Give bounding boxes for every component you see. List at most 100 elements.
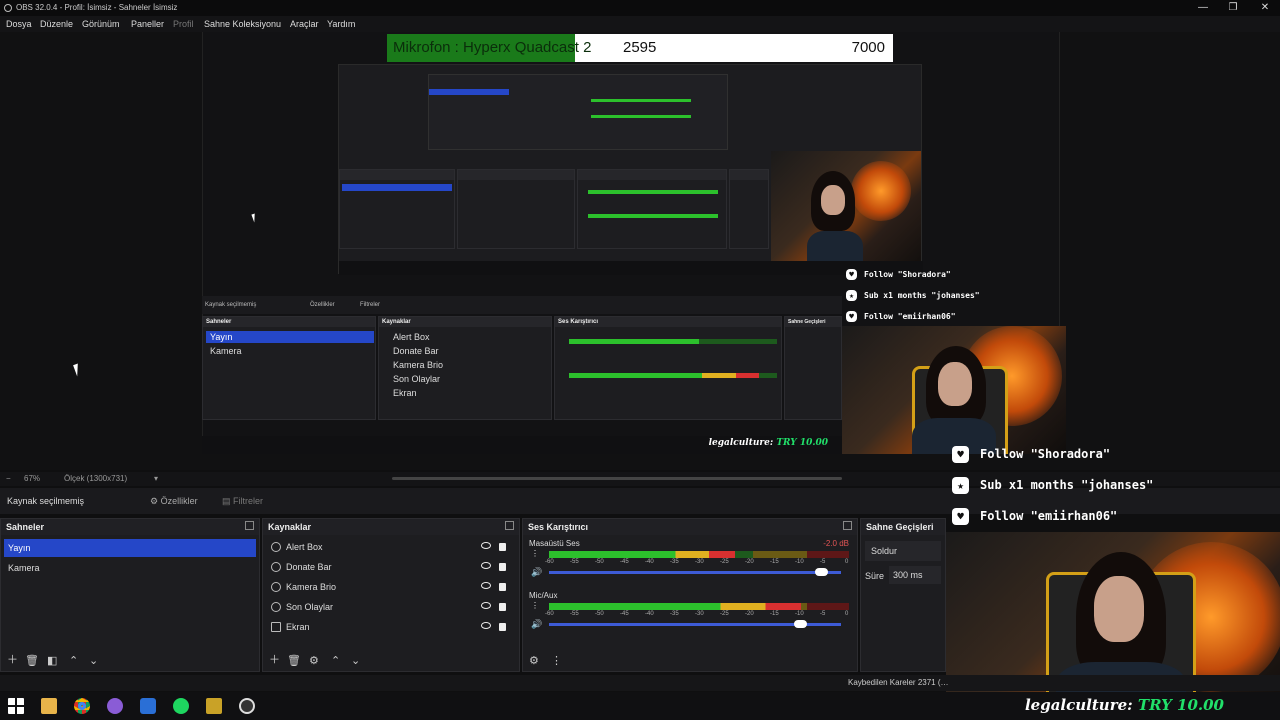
source-label: Kamera Brio xyxy=(286,582,337,592)
filters-label: Filtreler xyxy=(233,496,264,506)
source-item[interactable]: Kamera Brio xyxy=(271,577,511,597)
source-item[interactable]: Alert Box xyxy=(271,537,511,557)
scale-dropdown-icon[interactable]: ▾ xyxy=(154,472,158,486)
zoom-level[interactable]: 67% xyxy=(24,472,40,486)
preview-source-alert-box: Alert Box xyxy=(393,332,430,342)
preview-source-ekran: Ekran xyxy=(393,388,417,398)
duration-input[interactable]: 300 ms xyxy=(889,566,941,584)
speaker-icon[interactable]: 🔊 xyxy=(531,567,542,578)
preview-scrollbar[interactable] xyxy=(392,477,842,480)
volume-slider-knob[interactable] xyxy=(794,620,807,628)
chrome-profile-icon[interactable] xyxy=(107,698,123,714)
move-down-icon[interactable]: ⌄ xyxy=(351,654,360,667)
dock-popout-icon[interactable] xyxy=(505,521,514,530)
visibility-eye-icon[interactable] xyxy=(481,622,491,629)
spotify-icon[interactable] xyxy=(173,698,189,714)
preview-sources-panel: Kaynaklar Alert Box Donate Bar Kamera Br… xyxy=(378,316,552,420)
preview-toolbar: Kaynak seçilmemiş Özellikler Filtreler xyxy=(202,296,842,314)
filters-button[interactable]: ▤ Filtreler xyxy=(222,488,263,514)
lock-icon[interactable] xyxy=(499,543,506,551)
visibility-eye-icon[interactable] xyxy=(481,602,491,609)
mixer-menu-icon[interactable]: ⋮ xyxy=(551,654,562,667)
chrome-icon[interactable] xyxy=(74,698,90,714)
menu-dosya[interactable]: Dosya xyxy=(6,16,32,32)
mixer-channel-desktop: Masaüstü Ses -2.0 dB ⋮ -60 -55 -50 -45 -40 -3… xyxy=(529,539,849,583)
add-scene-icon[interactable]: ＋ xyxy=(7,651,18,667)
add-source-icon[interactable]: ＋ xyxy=(269,651,280,667)
preview-scene-yayin: Yayın xyxy=(206,331,374,343)
source-properties-gear-icon[interactable]: ⚙ xyxy=(309,654,319,667)
scene-filters-icon[interactable]: ◧ xyxy=(47,654,57,667)
move-up-icon[interactable]: ⌃ xyxy=(331,654,340,667)
file-explorer-icon[interactable] xyxy=(41,698,57,714)
source-item[interactable]: Son Olaylar xyxy=(271,597,511,617)
maximize-button[interactable]: ❐ xyxy=(1218,0,1248,16)
meter-tick-label: -60 xyxy=(545,611,554,617)
close-button[interactable]: ✕ xyxy=(1250,0,1280,16)
menu-yardim[interactable]: Yardım xyxy=(327,16,355,32)
volume-slider-knob[interactable] xyxy=(815,568,828,576)
alert-follow-2: Follow "emiirhan06" xyxy=(980,509,1118,523)
donation-watermark: legalculture: TRY 10.00 xyxy=(1025,696,1224,714)
app-icon-2[interactable] xyxy=(206,698,222,714)
scenes-dock: Sahneler Yayın Kamera ＋ 🗑 ◧ ⌃ ⌄ xyxy=(0,518,260,672)
preview-source-donate-bar: Donate Bar xyxy=(393,346,439,356)
speaker-icon[interactable]: 🔊 xyxy=(531,619,542,630)
obs-taskbar-icon[interactable] xyxy=(239,698,255,714)
scene-item-kamera[interactable]: Kamera xyxy=(4,559,40,577)
lock-icon[interactable] xyxy=(499,603,506,611)
meter-tick-label: -45 xyxy=(620,611,629,617)
preview-mixer-meter-2 xyxy=(569,373,759,378)
menu-paneller[interactable]: Paneller xyxy=(131,16,164,32)
lock-icon[interactable] xyxy=(499,563,506,571)
lock-icon[interactable] xyxy=(499,623,506,631)
minimize-button[interactable]: — xyxy=(1188,0,1218,16)
dock-popout-icon[interactable] xyxy=(843,521,852,530)
windows-start-icon[interactable] xyxy=(8,698,24,714)
menu-araclar[interactable]: Araçlar xyxy=(290,16,319,32)
transition-type-select[interactable]: Soldur xyxy=(865,541,941,561)
preview-watermark: legalculture: TRY 10.00 xyxy=(708,438,828,448)
sources-title: Kaynaklar xyxy=(263,519,519,535)
move-down-icon[interactable]: ⌄ xyxy=(89,654,98,667)
preview-mixer-panel: Ses Karıştırıcı xyxy=(554,316,782,420)
nested-scenes-panel xyxy=(339,169,455,249)
move-up-icon[interactable]: ⌃ xyxy=(69,654,78,667)
channel-menu-icon[interactable]: ⋮ xyxy=(531,549,539,558)
meter-tick-label: 0 xyxy=(845,611,849,617)
browser-source-icon xyxy=(271,562,281,572)
visibility-eye-icon[interactable] xyxy=(481,542,491,549)
remove-scene-icon[interactable]: 🗑 xyxy=(25,654,39,667)
menu-sahne-koleksiyonu[interactable]: Sahne Koleksiyonu xyxy=(204,16,281,32)
preview-scale[interactable]: Ölçek (1300x731) xyxy=(64,472,127,486)
preview-scene-kamera: Kamera xyxy=(210,346,242,356)
lock-icon[interactable] xyxy=(499,583,506,591)
meter-tick-label: -25 xyxy=(720,559,729,565)
visibility-eye-icon[interactable] xyxy=(481,562,491,569)
meter-tick-label: -15 xyxy=(770,559,779,565)
meter-tick-label: -10 xyxy=(795,559,804,565)
zoom-out-button[interactable]: − xyxy=(6,472,11,486)
mixer-settings-icon[interactable]: ⚙ xyxy=(529,654,539,667)
source-item[interactable]: Ekran xyxy=(271,617,511,637)
preview-mixer-title: Ses Karıştırıcı xyxy=(555,317,781,327)
visibility-eye-icon[interactable] xyxy=(481,582,491,589)
properties-button[interactable]: ⚙ Özellikler xyxy=(150,488,198,514)
channel-menu-icon[interactable]: ⋮ xyxy=(531,601,539,610)
dropped-frames: Kaybedilen Kareler 2371 (… xyxy=(848,678,949,687)
menu-gorunum[interactable]: Görünüm xyxy=(82,16,120,32)
app-icon[interactable] xyxy=(140,698,156,714)
menu-duzenle[interactable]: Düzenle xyxy=(40,16,73,32)
meter-tick-label: -20 xyxy=(745,559,754,565)
volume-slider[interactable] xyxy=(549,571,841,574)
scene-item-yayin[interactable]: Yayın xyxy=(4,539,256,557)
menu-bar: Dosya Düzenle Görünüm Paneller Profil Sa… xyxy=(0,16,1280,32)
source-item[interactable]: Donate Bar xyxy=(271,557,511,577)
source-label: Donate Bar xyxy=(286,562,332,572)
meter-tick-label: -40 xyxy=(645,611,654,617)
remove-source-icon[interactable]: 🗑 xyxy=(287,654,301,667)
meter-tick-label: -55 xyxy=(570,559,579,565)
browser-source-icon xyxy=(271,582,281,592)
menu-profil[interactable]: Profil xyxy=(173,16,194,32)
dock-popout-icon[interactable] xyxy=(245,521,254,530)
